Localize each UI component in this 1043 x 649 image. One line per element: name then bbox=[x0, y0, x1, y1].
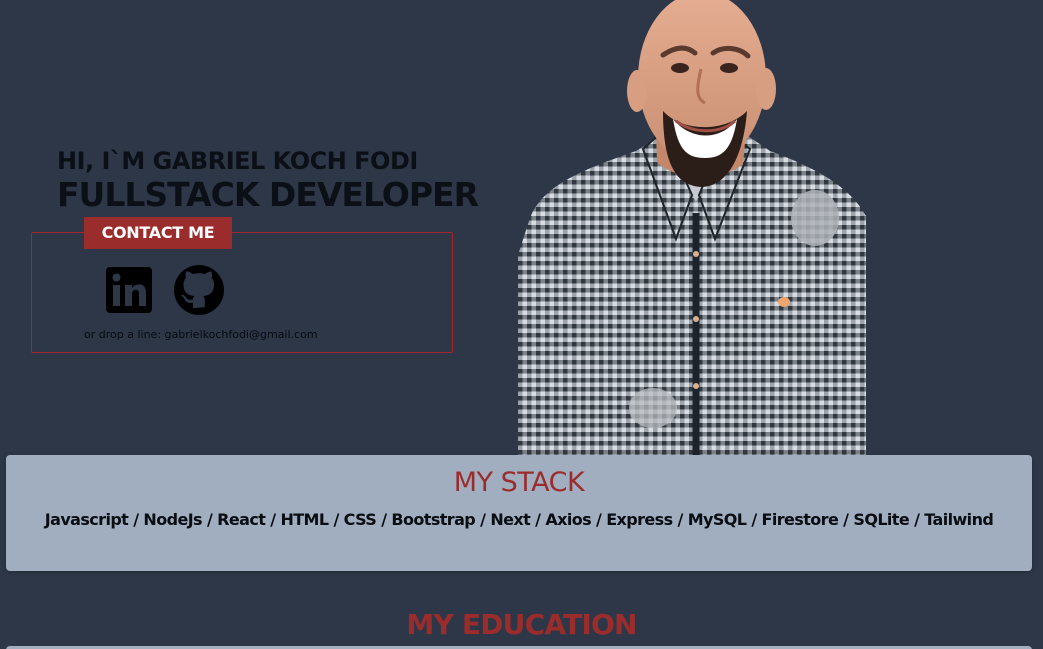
contact-email-text: or drop a line: gabrielkochfodi@gmail.co… bbox=[84, 328, 318, 341]
linkedin-icon bbox=[103, 264, 155, 316]
github-link[interactable] bbox=[173, 264, 225, 316]
profile-photo bbox=[518, 0, 866, 455]
stack-section: MY STACK Javascript / NodeJs / React / H… bbox=[6, 455, 1032, 571]
stack-list: Javascript / NodeJs / React / HTML / CSS… bbox=[44, 510, 994, 529]
contact-me-button[interactable]: CONTACT ME bbox=[84, 217, 232, 249]
education-title: MY EDUCATION bbox=[406, 608, 637, 641]
stack-title: MY STACK bbox=[453, 467, 585, 498]
portfolio-page: HI, I`M GABRIEL KOCH FODI FULLSTACK DEVE… bbox=[0, 0, 1043, 649]
greeting-heading: HI, I`M GABRIEL KOCH FODI bbox=[57, 147, 418, 175]
hero-intro: HI, I`M GABRIEL KOCH FODI FULLSTACK DEVE… bbox=[57, 146, 479, 214]
linkedin-link[interactable] bbox=[103, 264, 155, 316]
role-heading: FULLSTACK DEVELOPER bbox=[57, 175, 479, 214]
github-icon bbox=[173, 264, 225, 316]
